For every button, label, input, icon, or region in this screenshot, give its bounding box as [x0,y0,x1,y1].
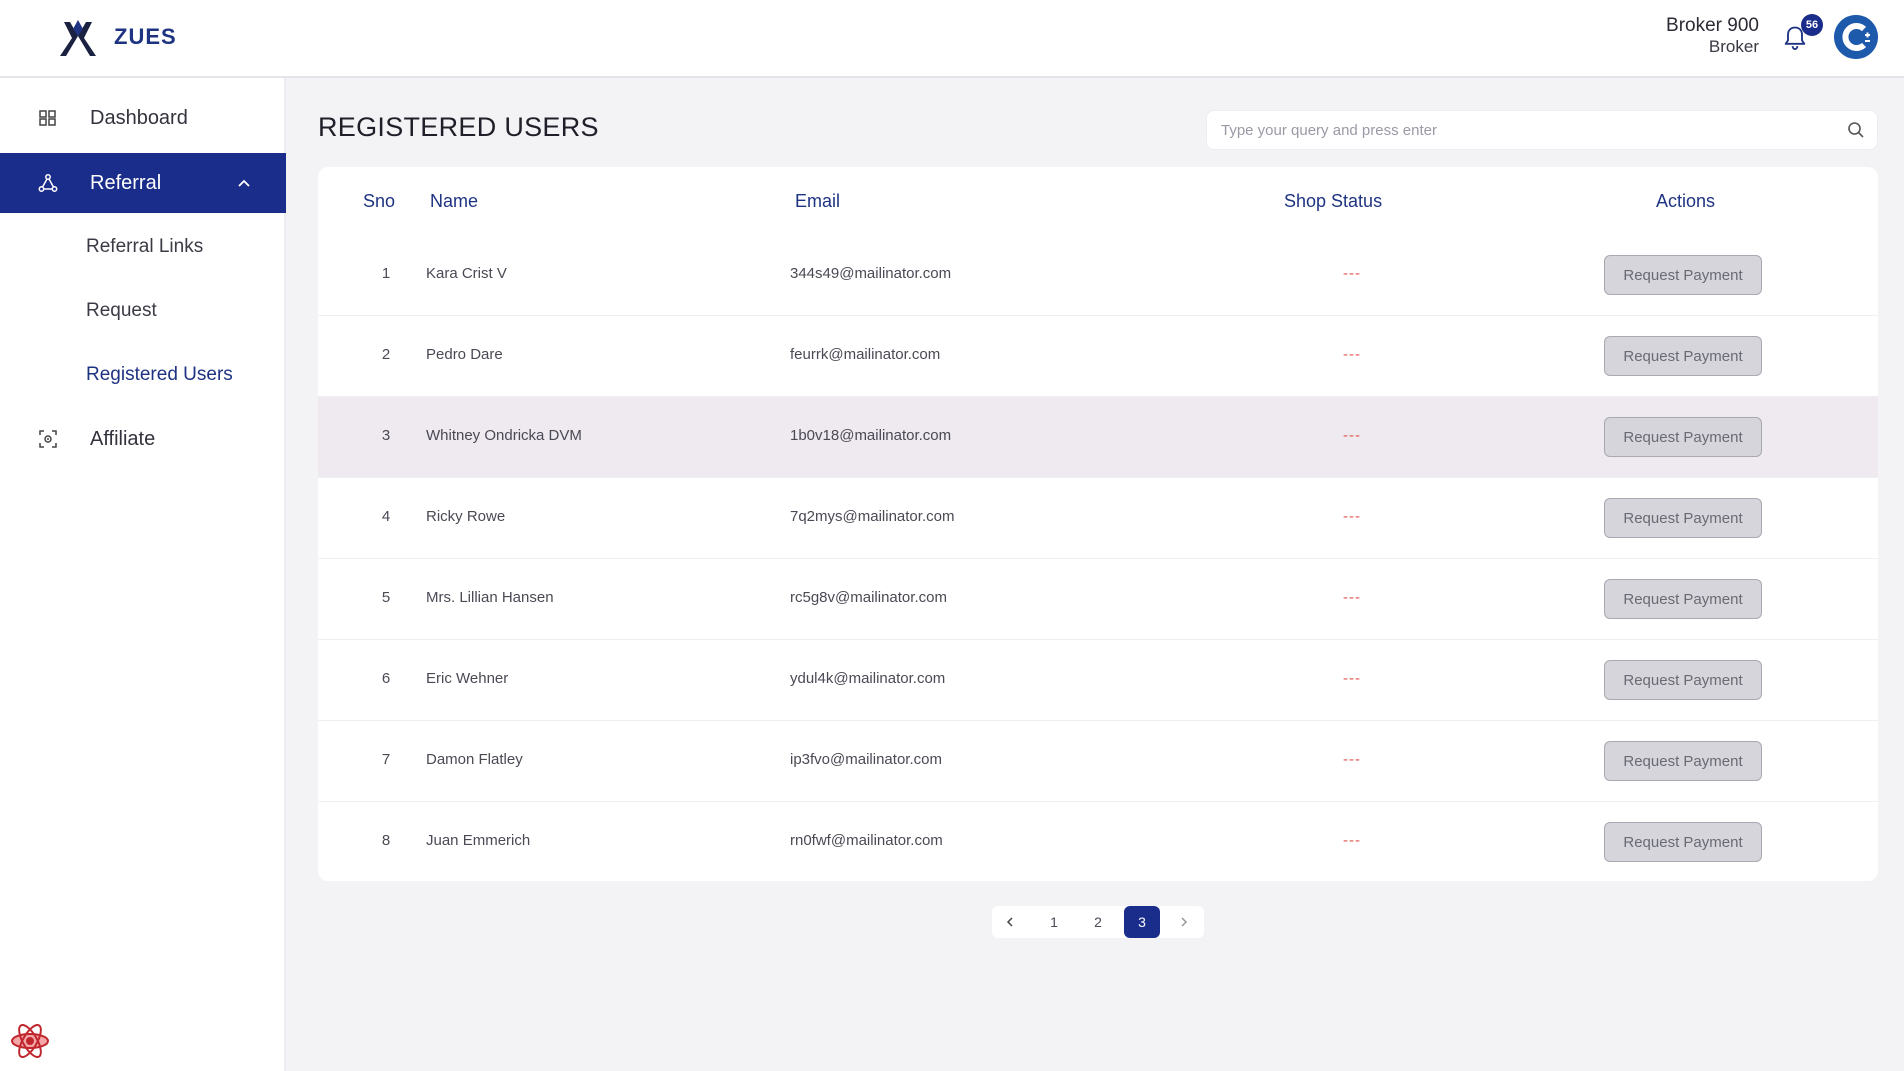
page-button-2[interactable]: 2 [1082,906,1114,938]
cell-sno: 3 [381,427,391,444]
cell-name: Pedro Dare [426,346,503,363]
sidebar-item-referral[interactable]: Referral [0,153,286,213]
chevron-right-icon [1181,917,1188,927]
request-payment-button[interactable]: Request Payment [1604,498,1762,538]
table-header: Sno Name Email Shop Status Actions [318,167,1878,235]
sidebar-item-dashboard[interactable]: Dashboard [0,88,286,148]
prev-page-button[interactable] [994,906,1026,938]
user-name: Broker 900 [1666,15,1759,36]
sidebar-item-registered-users[interactable]: Registered Users [0,345,286,405]
sidebar-item-affiliate[interactable]: Affiliate [0,409,286,469]
avatar-logo-icon [1834,15,1878,59]
header-actions: Actions [1656,191,1716,211]
notification-badge: 56 [1801,14,1823,36]
header-sno: Sno [363,191,396,211]
cell-shop-status: --- [1343,346,1361,363]
cell-sno: 1 [381,265,391,282]
sidebar-item-label: Registered Users [86,364,233,385]
next-page-button[interactable] [1168,906,1200,938]
cell-sno: 4 [381,508,391,525]
request-payment-button[interactable]: Request Payment [1604,417,1762,457]
cell-email: ip3fvo@mailinator.com [790,751,942,768]
sidebar-item-request[interactable]: Request [0,281,286,341]
react-devtools-icon[interactable] [9,1020,51,1062]
table-row[interactable]: 6 Eric Wehner ydul4k@mailinator.com --- … [318,640,1878,721]
search-input[interactable] [1221,111,1821,149]
header-name: Name [430,191,479,211]
pagination: 1 2 3 [992,906,1204,938]
cell-name: Ricky Rowe [426,508,506,525]
cell-email: 344s49@mailinator.com [790,265,952,282]
cell-shop-status: --- [1343,751,1361,768]
affiliate-frame-icon [39,430,57,448]
request-payment-button[interactable]: Request Payment [1604,255,1762,295]
cell-shop-status: --- [1343,670,1361,687]
sidebar-item-label: Referral [90,171,162,194]
table-row[interactable]: 2 Pedro Dare feurrk@mailinator.com --- R… [318,316,1878,397]
table-row[interactable]: 8 Juan Emmerich rn0fwf@mailinator.com --… [318,802,1878,881]
request-payment-button[interactable]: Request Payment [1604,336,1762,376]
top-bar: ZUES Broker 900 Broker 56 [0,0,1904,78]
page-button-1[interactable]: 1 [1038,906,1070,938]
cell-email: rc5g8v@mailinator.com [790,589,947,606]
request-payment-button[interactable]: Request Payment [1604,741,1762,781]
cell-name: Eric Wehner [426,670,509,687]
cell-shop-status: --- [1343,832,1361,849]
user-info[interactable]: Broker 900 Broker [1666,15,1759,57]
cell-shop-status: --- [1343,427,1361,444]
zues-logo-icon[interactable] [56,16,100,60]
sidebar-item-referral-links[interactable]: Referral Links [0,217,286,277]
sidebar-item-label: Dashboard [90,106,188,129]
cell-sno: 8 [381,832,391,849]
sidebar-item-label: Request [86,300,157,321]
sidebar-item-label: Referral Links [86,236,204,257]
cell-email: feurrk@mailinator.com [790,346,941,363]
cell-email: ydul4k@mailinator.com [790,670,946,687]
request-payment-button[interactable]: Request Payment [1604,660,1762,700]
cell-email: rn0fwf@mailinator.com [790,832,943,849]
cell-name: Mrs. Lillian Hansen [426,589,554,606]
cell-name: Juan Emmerich [426,832,531,849]
chevron-left-icon [1006,917,1013,927]
cell-shop-status: --- [1343,508,1361,525]
table-row[interactable]: 3 Whitney Ondricka DVM 1b0v18@mailinator… [318,397,1878,478]
referral-network-icon [38,174,58,192]
cell-name: Kara Crist V [426,265,507,282]
sidebar-item-label: Affiliate [90,427,156,450]
cell-sno: 6 [381,670,391,687]
cell-email: 1b0v18@mailinator.com [790,427,952,444]
chevron-up-icon[interactable] [236,175,252,191]
cell-shop-status: --- [1343,589,1361,606]
cell-email: 7q2mys@mailinator.com [790,508,955,525]
cell-shop-status: --- [1343,265,1361,282]
table-row[interactable]: 5 Mrs. Lillian Hansen rc5g8v@mailinator.… [318,559,1878,640]
avatar[interactable] [1834,15,1878,59]
request-payment-button[interactable]: Request Payment [1604,822,1762,862]
cell-sno: 7 [381,751,391,768]
table-row[interactable]: 1 Kara Crist V 344s49@mailinator.com ---… [318,235,1878,316]
grid-icon [39,110,56,126]
cell-sno: 5 [381,589,391,606]
table-row[interactable]: 4 Ricky Rowe 7q2mys@mailinator.com --- R… [318,478,1878,559]
sidebar: Dashboard Referral Referral Links Reques… [0,78,286,1071]
page-title: REGISTERED USERS [318,112,599,142]
table-row[interactable]: 7 Damon Flatley ip3fvo@mailinator.com --… [318,721,1878,802]
brand-name: ZUES [114,24,177,49]
search-icon[interactable] [1847,121,1865,139]
request-payment-button[interactable]: Request Payment [1604,579,1762,619]
cell-name: Damon Flatley [426,751,523,768]
header-shop-status: Shop Status [1284,191,1383,211]
search-box [1206,110,1878,150]
cell-name: Whitney Ondricka DVM [426,427,582,444]
users-table: Sno Name Email Shop Status Actions 1 Kar… [318,167,1878,881]
cell-sno: 2 [381,346,391,363]
page-button-3[interactable]: 3 [1124,906,1160,938]
header-email: Email [795,191,841,211]
user-role: Broker [1708,37,1759,56]
